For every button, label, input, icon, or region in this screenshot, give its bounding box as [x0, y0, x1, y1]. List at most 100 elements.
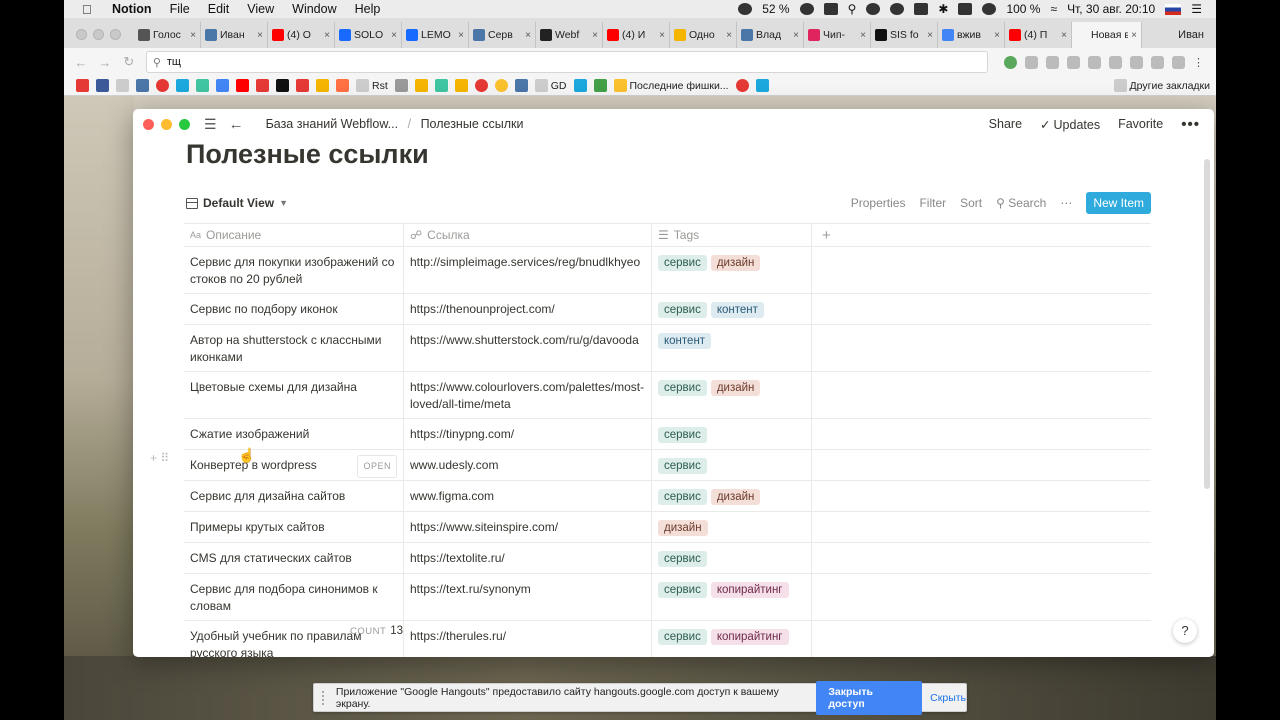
link-text[interactable]: www.figma.com: [410, 489, 494, 503]
close-tab-icon[interactable]: ×: [793, 30, 799, 41]
table-row[interactable]: Примеры крутых сайтов https://www.siteins…: [184, 512, 1151, 543]
back-icon[interactable]: ←: [74, 55, 88, 70]
bookmark-icon[interactable]: [514, 79, 528, 92]
cell-tags[interactable]: сервис контент: [652, 294, 812, 324]
cell-link[interactable]: https://textolite.ru/: [404, 543, 652, 573]
link-text[interactable]: https://text.ru/synonym: [410, 582, 531, 596]
close-tab-icon[interactable]: ×: [257, 30, 263, 41]
bookmark-icon[interactable]: [494, 79, 508, 92]
app-menu[interactable]: Notion: [112, 2, 152, 16]
time-machine-icon[interactable]: [982, 3, 997, 15]
browser-tab[interactable]: (4) О ×: [268, 22, 335, 48]
browser-tab[interactable]: Влад ×: [737, 22, 804, 48]
cell-tags[interactable]: сервис: [652, 419, 812, 449]
extension-icon[interactable]: [1109, 55, 1122, 69]
menu-file[interactable]: File: [170, 2, 190, 16]
cell-description[interactable]: CMS для статических сайтов: [184, 543, 404, 573]
menu-view[interactable]: View: [247, 2, 274, 16]
breadcrumb-parent[interactable]: База знаний Webflow...: [266, 117, 399, 131]
table-row[interactable]: Сервис для подбора синонимов к словам htt…: [184, 574, 1151, 621]
extension-icon[interactable]: [1172, 55, 1185, 69]
open-row-button[interactable]: OPEN: [357, 455, 397, 478]
apple-menu-icon[interactable]: : [82, 2, 96, 17]
close-tab-icon[interactable]: ×: [391, 30, 397, 41]
yandex-icon[interactable]: [76, 79, 89, 92]
browser-tab[interactable]: вжив ×: [938, 22, 1005, 48]
bookmark-icon[interactable]: [755, 79, 769, 92]
close-tab-icon[interactable]: ×: [592, 30, 598, 41]
bookmark-icon[interactable]: [434, 79, 448, 92]
bookmark-icon[interactable]: [454, 79, 468, 92]
browser-close-button[interactable]: [76, 29, 87, 40]
reload-icon[interactable]: ↻: [122, 54, 136, 70]
cell-description[interactable]: Автор на shutterstock с классными иконка…: [184, 325, 404, 371]
creative-cloud-icon[interactable]: [738, 3, 753, 15]
cell-tags[interactable]: сервис: [652, 450, 812, 480]
cell-tags[interactable]: сервис дизайн: [652, 481, 812, 511]
drive-icon[interactable]: [216, 79, 229, 92]
properties-button[interactable]: Properties: [851, 196, 906, 210]
table-row[interactable]: Цветовые схемы для дизайна https://www.co…: [184, 372, 1151, 419]
bookmark-rst[interactable]: Rst: [356, 79, 388, 92]
close-tab-icon[interactable]: ×: [1061, 30, 1067, 41]
sync-icon[interactable]: [890, 3, 905, 15]
menu-help[interactable]: Help: [355, 2, 381, 16]
extension-icon[interactable]: [1088, 55, 1101, 69]
bookmark-icon[interactable]: [474, 79, 488, 92]
bookmark-icon[interactable]: [196, 79, 209, 92]
cell-link[interactable]: https://www.siteinspire.com/: [404, 512, 652, 542]
cell-link[interactable]: https://www.shutterstock.com/ru/g/davood…: [404, 325, 652, 371]
close-tab-icon[interactable]: ×: [324, 30, 330, 41]
search-icon[interactable]: ⚲: [848, 2, 857, 16]
drive-icon[interactable]: [914, 3, 929, 15]
new-item-button[interactable]: New Item: [1086, 192, 1151, 214]
bookmark-icon[interactable]: [296, 79, 309, 92]
skype-icon[interactable]: [799, 3, 814, 15]
bookmark-icon[interactable]: [336, 79, 349, 92]
browser-tab[interactable]: Голос ×: [134, 22, 201, 48]
evernote-icon[interactable]: [1004, 55, 1017, 69]
sort-button[interactable]: Sort: [960, 196, 982, 210]
cell-link[interactable]: https://text.ru/synonym: [404, 574, 652, 620]
cell-tags[interactable]: контент: [652, 325, 812, 371]
link-text[interactable]: https://www.colourlovers.com/palettes/mo…: [410, 380, 644, 411]
column-header-tags[interactable]: ☰ Tags: [652, 224, 812, 246]
cell-description[interactable]: Сжатие изображений: [184, 419, 404, 449]
table-row[interactable]: Конвертер в wordpress OPEN + ⠿ www.udesly.c…: [150, 450, 1151, 481]
browser-tab[interactable]: (4) И ×: [603, 22, 670, 48]
browser-tab[interactable]: (4) П ×: [1005, 22, 1072, 48]
link-text[interactable]: https://thenounproject.com/: [410, 302, 555, 316]
russian-flag-icon[interactable]: [1165, 3, 1182, 15]
link-text[interactable]: https://www.shutterstock.com/ru/g/davood…: [410, 333, 639, 347]
cell-description[interactable]: Сервис по подбору иконок: [184, 294, 404, 324]
wifi-icon[interactable]: ≈: [1050, 2, 1057, 16]
clock[interactable]: Чт, 30 авг. 20:10: [1067, 2, 1155, 16]
extension-icon[interactable]: [1151, 55, 1164, 69]
cell-link[interactable]: http://simpleimage.services/reg/bnudlkhy…: [404, 247, 652, 293]
bookmark-gd[interactable]: GD: [534, 79, 567, 92]
menu-icon[interactable]: ⋮: [1193, 56, 1206, 69]
cell-description[interactable]: Сервис для подбора синонимов к словам: [184, 574, 404, 620]
display-icon[interactable]: [823, 3, 838, 15]
link-text[interactable]: https://textolite.ru/: [410, 551, 505, 565]
close-tab-icon[interactable]: ×: [927, 30, 933, 41]
browser-tab[interactable]: Одно ×: [670, 22, 737, 48]
bookmark-icon[interactable]: [116, 79, 129, 92]
browser-tab[interactable]: Чип- ×: [804, 22, 871, 48]
forward-icon[interactable]: →: [98, 55, 112, 70]
table-row[interactable]: Автор на shutterstock с классными иконка…: [184, 325, 1151, 372]
close-tab-icon[interactable]: ×: [659, 30, 665, 41]
extension-icon[interactable]: [1025, 55, 1038, 69]
cell-link[interactable]: https://www.colourlovers.com/palettes/mo…: [404, 372, 652, 418]
link-text[interactable]: https://www.siteinspire.com/: [410, 520, 558, 534]
menu-window[interactable]: Window: [292, 2, 336, 16]
cell-link[interactable]: www.figma.com: [404, 481, 652, 511]
browser-minimize-button[interactable]: [93, 29, 104, 40]
browser-tab[interactable]: SIS fo ×: [871, 22, 938, 48]
link-text[interactable]: http://simpleimage.services/reg/bnudlkhy…: [410, 255, 640, 269]
bookmark-icon[interactable]: [573, 79, 587, 92]
cell-description[interactable]: Конвертер в wordpress OPEN + ⠿: [150, 450, 404, 480]
link-text[interactable]: www.udesly.com: [410, 458, 498, 472]
link-text[interactable]: https://tinypng.com/: [410, 427, 514, 441]
table-row[interactable]: Сервис для дизайна сайтов www.figma.com се…: [184, 481, 1151, 512]
